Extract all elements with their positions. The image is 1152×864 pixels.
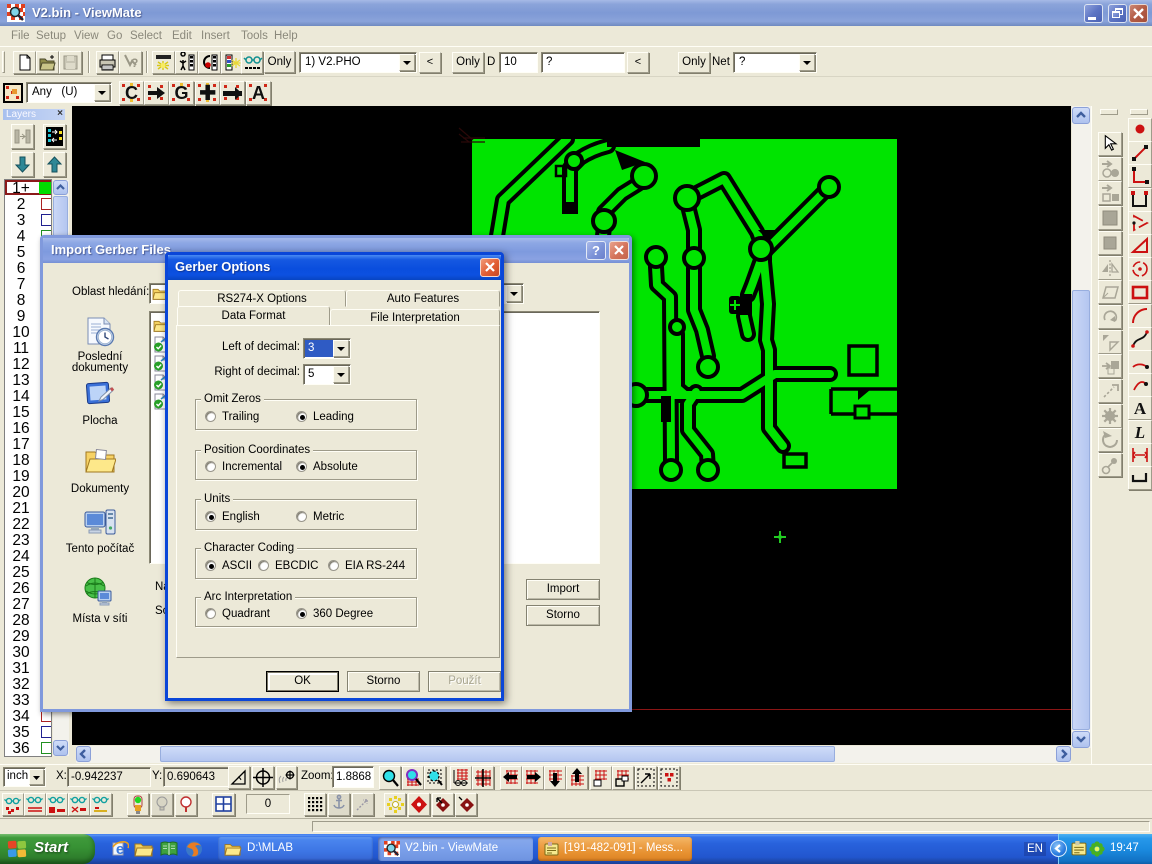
svg-text:G: G — [174, 83, 188, 103]
svg-text:?: ? — [131, 56, 138, 70]
svg-text:C: C — [125, 83, 138, 103]
svg-text:A: A — [252, 83, 265, 103]
svg-text:A: A — [1134, 399, 1147, 418]
svg-text:L: L — [1134, 423, 1145, 442]
